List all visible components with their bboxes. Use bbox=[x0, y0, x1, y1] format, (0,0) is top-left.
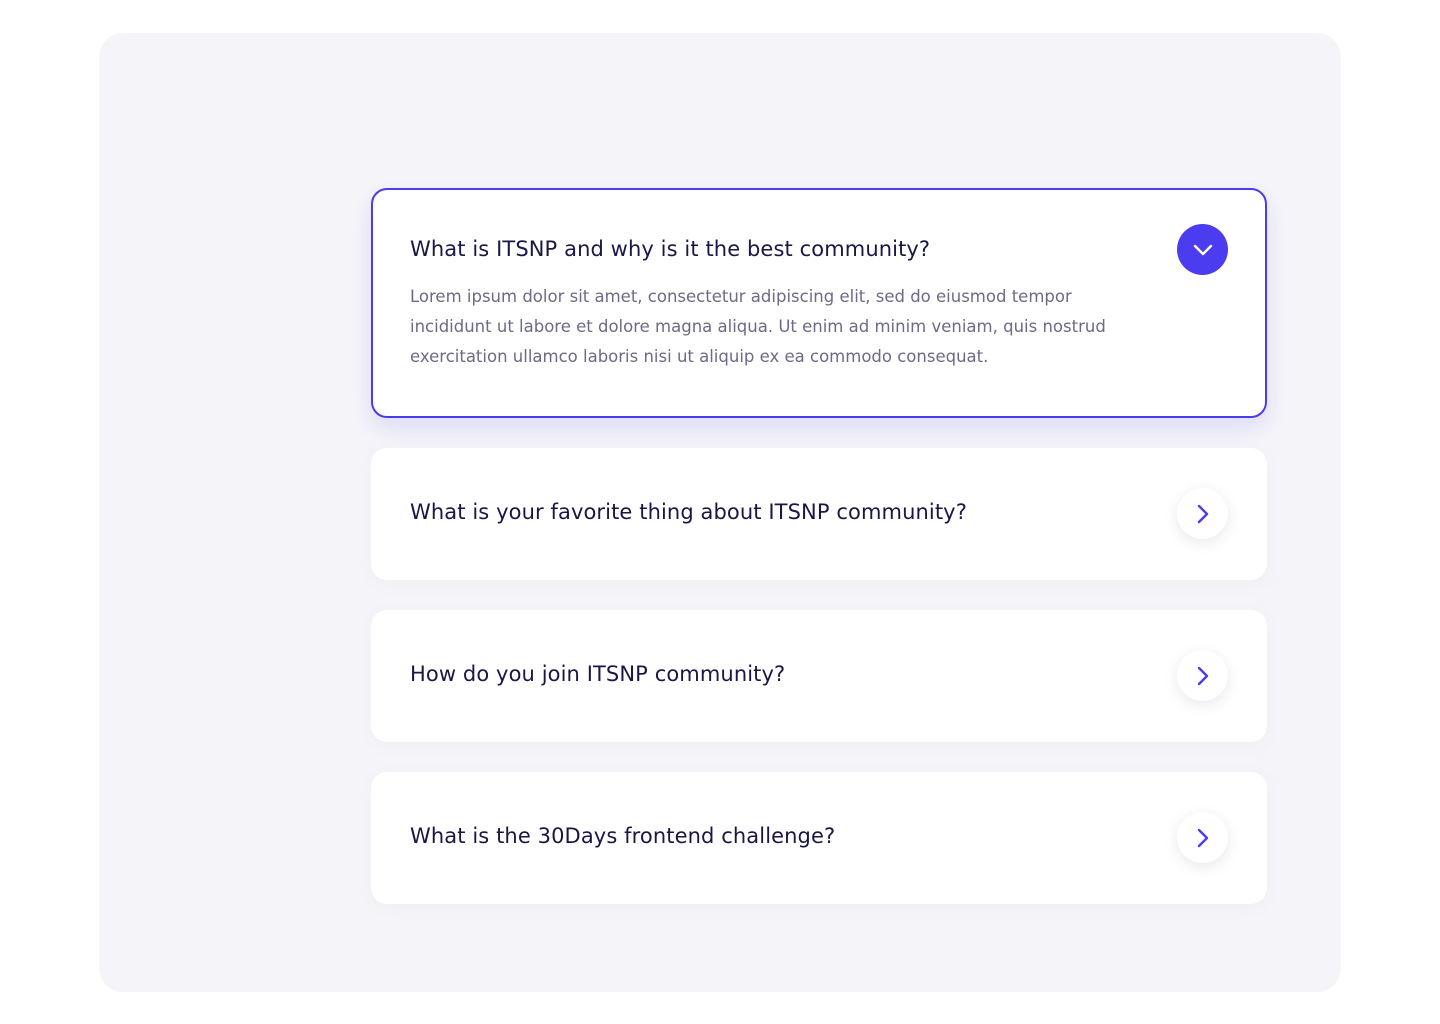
expand-toggle-button[interactable] bbox=[1177, 650, 1228, 701]
faq-item[interactable]: How do you join ITSNP community? bbox=[371, 610, 1267, 742]
expand-toggle-button[interactable] bbox=[1177, 812, 1228, 863]
chevron-down-icon bbox=[1193, 244, 1212, 255]
faq-answer: Lorem ipsum dolor sit amet, consectetur … bbox=[410, 287, 1106, 366]
faq-question[interactable]: What is the 30Days frontend challenge? bbox=[410, 824, 835, 848]
faq-list: What is ITSNP and why is it the best com… bbox=[371, 188, 1267, 934]
faq-item-expanded[interactable]: What is ITSNP and why is it the best com… bbox=[371, 188, 1267, 418]
faq-item[interactable]: What is your favorite thing about ITSNP … bbox=[371, 448, 1267, 580]
faq-question[interactable]: What is ITSNP and why is it the best com… bbox=[410, 237, 930, 261]
chevron-right-icon bbox=[1197, 828, 1208, 847]
expand-toggle-button[interactable] bbox=[1177, 488, 1228, 539]
collapse-toggle-button[interactable] bbox=[1177, 224, 1228, 275]
faq-panel: What is ITSNP and why is it the best com… bbox=[99, 33, 1341, 992]
chevron-right-icon bbox=[1197, 504, 1208, 523]
chevron-right-icon bbox=[1197, 666, 1208, 685]
faq-item[interactable]: What is the 30Days frontend challenge? bbox=[371, 772, 1267, 904]
faq-question[interactable]: What is your favorite thing about ITSNP … bbox=[410, 500, 967, 524]
faq-question[interactable]: How do you join ITSNP community? bbox=[410, 662, 785, 686]
